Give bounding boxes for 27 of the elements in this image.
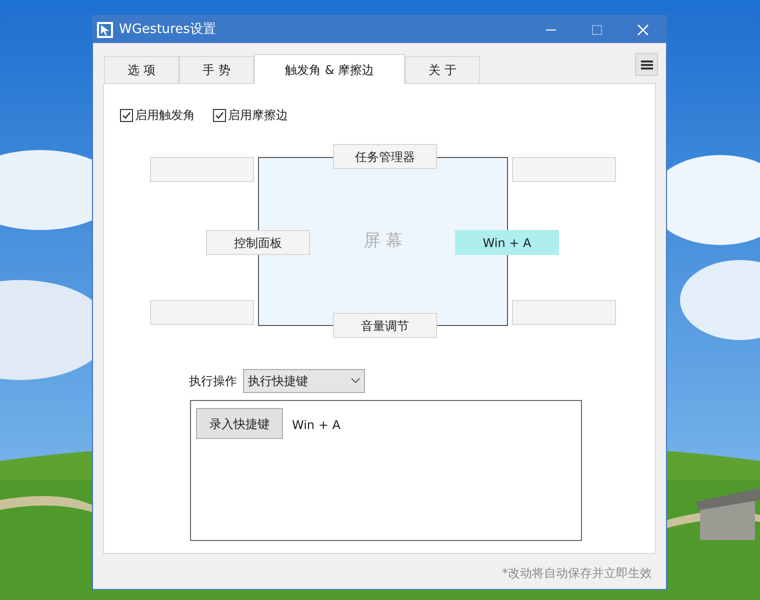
menu-icon: [640, 60, 652, 70]
corner-slot[interactable]: [512, 300, 616, 325]
checkbox[interactable]: 启用触发角: [120, 106, 195, 124]
edge-slot[interactable]: Win + A: [455, 230, 559, 255]
tab[interactable]: 选 项: [104, 56, 179, 83]
corner-slot[interactable]: [150, 157, 254, 182]
edge-slot[interactable]: 任务管理器: [333, 144, 437, 169]
menu-button[interactable]: [635, 53, 658, 76]
chevron-down-icon: [351, 378, 360, 384]
footer-note: *改动将自动保存并立即生效: [502, 565, 652, 582]
edge-slot[interactable]: 音量调节: [333, 313, 437, 338]
screen-label: 屏 幕: [363, 230, 403, 253]
close-icon: [637, 24, 649, 36]
action-dropdown[interactable]: 执行快捷键: [243, 369, 365, 393]
tab[interactable]: 触发角 & 摩擦边: [254, 54, 405, 84]
action-label: 执行操作: [189, 373, 237, 390]
tab[interactable]: 关 于: [405, 56, 480, 83]
maximize-icon: [592, 24, 602, 34]
edge-slot[interactable]: 控制面板: [206, 230, 310, 255]
corner-slot[interactable]: [150, 300, 254, 325]
tab[interactable]: 手 势: [179, 56, 254, 83]
window-title: WGestures设置: [119, 20, 216, 39]
record-shortcut-button[interactable]: 录入快捷键: [196, 408, 283, 439]
app-icon: [96, 20, 114, 38]
corner-slot[interactable]: [512, 157, 616, 182]
shortcut-value: Win + A: [292, 417, 340, 434]
checkbox[interactable]: 启用摩擦边: [213, 106, 288, 124]
